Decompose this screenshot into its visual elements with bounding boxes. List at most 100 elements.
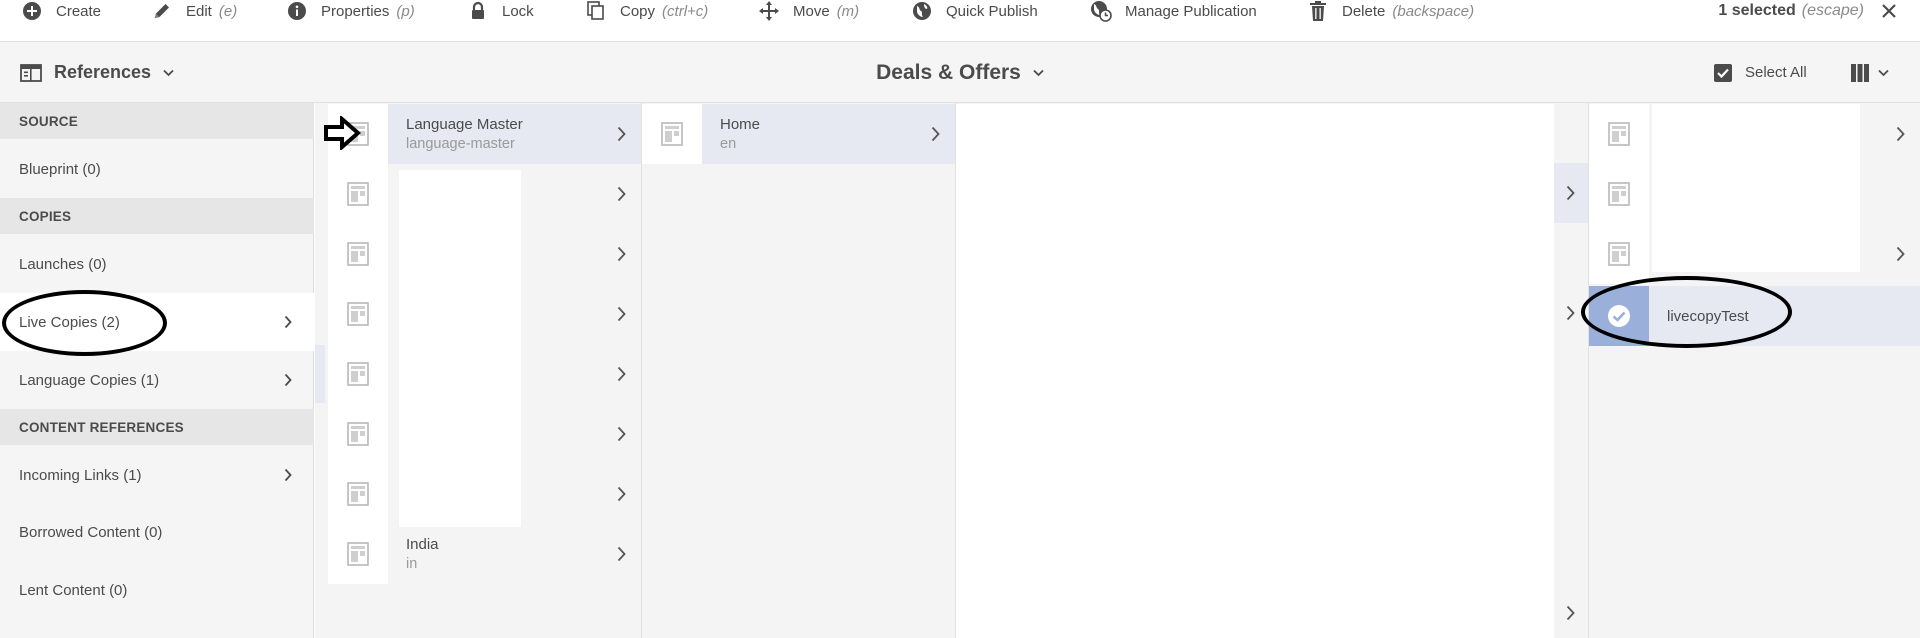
manage-publication-label: Manage Publication	[1125, 2, 1257, 20]
chevron-down-icon	[1878, 69, 1889, 77]
chevron-right-icon	[284, 468, 292, 482]
list-item[interactable]: India in	[328, 524, 641, 584]
properties-label: Properties	[321, 2, 390, 20]
rail-item-label: Language Copies (1)	[19, 371, 160, 389]
chevron-right-icon	[601, 344, 641, 404]
chevron-right-icon	[601, 284, 641, 344]
plus-circle-icon	[20, 0, 44, 22]
chevron-right-icon	[1880, 224, 1920, 284]
page-thumbnail-icon	[328, 224, 388, 284]
rail-item-label: Lent Content (0)	[19, 581, 128, 599]
properties-shortcut: (p)	[396, 2, 415, 20]
view-switcher[interactable]	[1850, 42, 1889, 103]
page-thumbnail-icon	[642, 104, 702, 164]
delete-button[interactable]: Delete (backspace)	[1306, 0, 1474, 22]
page-thumbnail-icon	[328, 464, 388, 524]
page-thumbnail-icon	[328, 344, 388, 404]
page-title: Deals & Offers	[876, 60, 1021, 84]
manage-publication-button[interactable]: Manage Publication	[1089, 0, 1257, 22]
redaction-mask	[1652, 104, 1860, 272]
chevron-right-icon	[601, 464, 641, 524]
edit-label: Edit	[186, 2, 212, 20]
annotation-ellipse	[2, 290, 167, 356]
lock-button[interactable]: Lock	[466, 0, 534, 22]
column-view-icon	[1850, 63, 1870, 83]
chevron-right-icon	[915, 104, 955, 164]
chevron-right-icon	[601, 164, 641, 224]
page-thumbnail-icon	[328, 284, 388, 344]
quick-publish-button[interactable]: Quick Publish	[910, 0, 1038, 22]
edit-button[interactable]: Edit (e)	[150, 0, 237, 22]
list-item[interactable]: Home en	[642, 104, 955, 164]
checkbox-checked-icon	[1713, 63, 1733, 83]
globe-icon	[910, 0, 934, 22]
info-icon	[285, 0, 309, 22]
quick-publish-label: Quick Publish	[946, 2, 1038, 20]
redaction-mask	[956, 104, 1554, 638]
copy-icon	[584, 0, 608, 22]
selection-status: 1 selected (escape)	[1718, 0, 1900, 22]
rail-item-label: Incoming Links (1)	[19, 466, 142, 484]
properties-button[interactable]: Properties (p)	[285, 0, 415, 22]
item-title: Home	[720, 116, 761, 133]
rail-item-label: Borrowed Content (0)	[19, 523, 163, 541]
page-thumbnail-icon	[1589, 224, 1649, 284]
selection-shortcut: (escape)	[1801, 2, 1864, 19]
trash-icon	[1306, 0, 1330, 22]
copy-shortcut: (ctrl+c)	[662, 2, 709, 20]
chevron-right-icon	[284, 315, 292, 329]
chevron-right-icon	[601, 524, 641, 584]
rail-item-language-copies[interactable]: Language Copies (1)	[0, 351, 314, 409]
pencil-icon	[150, 0, 174, 22]
rail-toggle-icon	[20, 63, 42, 82]
copy-label: Copy	[620, 2, 656, 20]
rail-toggle-label: References	[54, 62, 152, 82]
chevron-down-icon	[1033, 69, 1044, 77]
page-title-bar: Deals & Offers	[0, 42, 1920, 103]
rail-toggle-button[interactable]: References	[20, 42, 174, 103]
header-bar: References Deals & Offers Select All	[0, 42, 1920, 103]
rail-item-borrowed-content[interactable]: Borrowed Content (0)	[0, 503, 314, 561]
rail-section-content-references: CONTENT REFERENCES	[0, 409, 314, 445]
lock-label: Lock	[502, 2, 534, 20]
edit-shortcut: (e)	[218, 2, 238, 20]
select-all-button[interactable]: Select All	[1713, 42, 1807, 103]
list-item[interactable]: Language Master language-master	[328, 104, 641, 164]
rail-item-label: Launches (0)	[19, 255, 107, 273]
create-button[interactable]: Create	[20, 0, 101, 22]
redaction-mask	[399, 170, 521, 527]
chevron-right-icon	[284, 373, 292, 387]
item-subtitle: language-master	[406, 136, 515, 152]
move-shortcut: (m)	[836, 2, 860, 20]
chevron-right-icon	[1562, 605, 1578, 621]
rail-item-label: Blueprint (0)	[19, 160, 101, 178]
chevron-down-icon	[163, 69, 174, 77]
lock-icon	[466, 0, 490, 22]
select-all-label: Select All	[1745, 64, 1807, 81]
item-title: Language Master	[406, 116, 523, 133]
rail-section-copies: COPIES	[0, 198, 314, 234]
chevron-right-icon	[601, 404, 641, 464]
selection-count: 1 selected	[1718, 2, 1796, 19]
item-title: India	[406, 536, 439, 553]
copy-button[interactable]: Copy (ctrl+c)	[584, 0, 708, 22]
chevron-right-icon	[1562, 305, 1578, 321]
close-icon[interactable]	[1878, 0, 1900, 22]
item-subtitle: en	[720, 136, 737, 152]
create-label: Create	[56, 2, 102, 20]
rail-section-source: SOURCE	[0, 103, 314, 139]
rail-item-incoming-links[interactable]: Incoming Links (1)	[0, 446, 314, 504]
page-title-button[interactable]: Deals & Offers	[876, 61, 1044, 85]
annotation-ellipse	[1581, 276, 1792, 348]
page-thumbnail-icon	[1589, 164, 1649, 224]
rail-item-blueprint[interactable]: Blueprint (0)	[0, 140, 314, 198]
chevron-right-icon	[601, 104, 641, 164]
rail-item-lent-content[interactable]: Lent Content (0)	[0, 561, 314, 619]
move-icon	[757, 0, 781, 22]
page-thumbnail-icon	[328, 164, 388, 224]
rail-item-launches[interactable]: Launches (0)	[0, 235, 314, 293]
move-button[interactable]: Move (m)	[757, 0, 859, 22]
column-3	[1554, 103, 1588, 638]
globe-clock-icon	[1089, 0, 1113, 22]
action-bar: Create Edit (e) Properties (p) Lock Copy…	[0, 0, 1920, 42]
